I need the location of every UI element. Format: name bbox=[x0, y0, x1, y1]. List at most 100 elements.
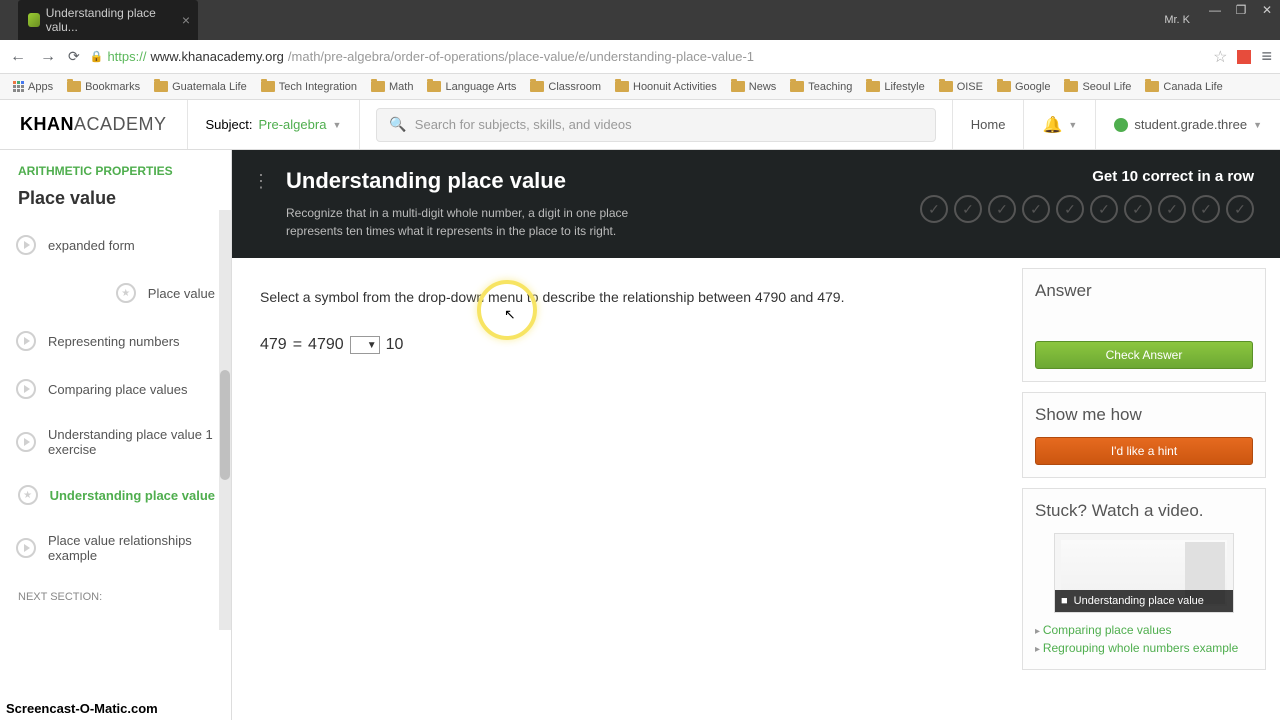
drag-handle-icon[interactable]: ⋮ bbox=[252, 168, 270, 240]
bookmark-folder[interactable]: Bookmarks bbox=[62, 79, 145, 95]
search-placeholder: Search for subjects, skills, and videos bbox=[415, 117, 632, 132]
extension-icon[interactable] bbox=[1237, 50, 1251, 64]
search-container: 🔍 Search for subjects, skills, and video… bbox=[376, 108, 935, 142]
video-overlay: ■Understanding place value bbox=[1055, 590, 1233, 612]
exercise-title: Understanding place value bbox=[286, 168, 904, 194]
search-input[interactable]: 🔍 Search for subjects, skills, and video… bbox=[376, 108, 935, 142]
play-icon bbox=[16, 432, 36, 452]
nav-notifications[interactable]: 🔔▼ bbox=[1023, 100, 1095, 149]
progress-dot: ✓ bbox=[920, 195, 948, 223]
video-panel: Stuck? Watch a video. ■Understanding pla… bbox=[1022, 488, 1266, 670]
minimize-icon[interactable]: — bbox=[1202, 0, 1228, 20]
nav-user[interactable]: student.grade.three▼ bbox=[1095, 100, 1280, 149]
bookmark-folder[interactable]: Teaching bbox=[785, 79, 857, 95]
bookmark-folder[interactable]: Google bbox=[992, 79, 1055, 95]
question-prompt: Select a symbol from the drop-down menu … bbox=[260, 286, 994, 308]
browser-tab-strip: Understanding place valu... × Mr. K — ❐ … bbox=[0, 0, 1280, 40]
favicon bbox=[28, 13, 40, 27]
bookmark-folder[interactable]: Hoonuit Activities bbox=[610, 79, 722, 95]
workspace: Select a symbol from the drop-down menu … bbox=[232, 258, 1280, 720]
eq-equals: = bbox=[293, 336, 302, 354]
window-buttons: — ❐ ✕ bbox=[1202, 0, 1280, 20]
search-icon: 🔍 bbox=[389, 116, 406, 133]
back-button[interactable]: ← bbox=[8, 48, 28, 66]
scrollbar-thumb[interactable] bbox=[220, 370, 230, 480]
progress-dot: ✓ bbox=[1022, 195, 1050, 223]
address-bar[interactable]: 🔒 https://www.khanacademy.org/math/pre-a… bbox=[90, 49, 1203, 64]
equation: 479 = 4790 ▼ 10 bbox=[260, 336, 994, 354]
bookmark-folder[interactable]: OISE bbox=[934, 79, 988, 95]
bookmark-star-icon[interactable]: ☆ bbox=[1213, 47, 1227, 67]
progress-dot: ✓ bbox=[988, 195, 1016, 223]
main-layout: ARITHMETIC PROPERTIES Place value expand… bbox=[0, 150, 1280, 720]
bookmark-folder[interactable]: Seoul Life bbox=[1059, 79, 1136, 95]
browser-tab[interactable]: Understanding place valu... × bbox=[18, 0, 198, 40]
bookmark-folder[interactable]: Lifestyle bbox=[861, 79, 929, 95]
progress-dot: ✓ bbox=[1158, 195, 1186, 223]
sidebar-item[interactable]: Understanding place value 1 exercise bbox=[0, 413, 231, 471]
progress-dot: ✓ bbox=[1056, 195, 1084, 223]
star-icon bbox=[116, 283, 136, 303]
cursor-icon: ↖ bbox=[504, 306, 516, 323]
progress-dot: ✓ bbox=[1192, 195, 1220, 223]
bookmark-apps[interactable]: Apps bbox=[8, 79, 58, 95]
maximize-icon[interactable]: ❐ bbox=[1228, 0, 1254, 20]
bookmark-folder[interactable]: Math bbox=[366, 79, 418, 95]
bookmark-folder[interactable]: Classroom bbox=[525, 79, 606, 95]
play-icon bbox=[16, 235, 36, 255]
video-thumbnail[interactable]: ■Understanding place value bbox=[1054, 533, 1234, 613]
bookmark-folder[interactable]: Language Arts bbox=[422, 79, 521, 95]
operator-dropdown[interactable]: ▼ bbox=[350, 336, 380, 354]
answer-panel-column: Answer Check Answer Show me how I'd like… bbox=[1022, 258, 1280, 720]
subject-label: Subject: bbox=[206, 117, 253, 132]
reload-button[interactable]: ⟳ bbox=[68, 48, 80, 65]
related-link[interactable]: Regrouping whole numbers example bbox=[1035, 639, 1253, 657]
camera-icon: ■ bbox=[1061, 595, 1068, 607]
answer-panel: Answer Check Answer bbox=[1022, 268, 1266, 382]
sidebar-category[interactable]: ARITHMETIC PROPERTIES bbox=[0, 150, 231, 184]
site-logo[interactable]: KHANACADEMY bbox=[0, 114, 187, 135]
caret-down-icon: ▼ bbox=[1068, 120, 1077, 130]
hint-title: Show me how bbox=[1035, 405, 1253, 425]
answer-title: Answer bbox=[1035, 281, 1253, 301]
sidebar-item[interactable]: Comparing place values bbox=[0, 365, 231, 413]
related-link[interactable]: Comparing place values bbox=[1035, 621, 1253, 639]
bookmark-folder[interactable]: News bbox=[726, 79, 782, 95]
lock-icon: 🔒 bbox=[90, 50, 104, 63]
browser-profile[interactable]: Mr. K bbox=[1156, 14, 1198, 26]
scrollbar[interactable] bbox=[219, 210, 231, 630]
folder-icon bbox=[67, 81, 81, 92]
hamburger-menu-icon[interactable]: ≡ bbox=[1261, 46, 1272, 67]
caret-down-icon: ▼ bbox=[1253, 120, 1262, 130]
check-answer-button[interactable]: Check Answer bbox=[1035, 341, 1253, 369]
forward-button[interactable]: → bbox=[38, 48, 58, 66]
bell-icon: 🔔 bbox=[1042, 115, 1062, 135]
sidebar-item[interactable]: Representing numbers bbox=[0, 317, 231, 365]
sidebar-section-title: Place value bbox=[0, 184, 231, 221]
browser-toolbar: ← → ⟳ 🔒 https://www.khanacademy.org/math… bbox=[0, 40, 1280, 74]
url-protocol: https:// bbox=[107, 49, 146, 64]
hint-button[interactable]: I'd like a hint bbox=[1035, 437, 1253, 465]
play-icon bbox=[16, 331, 36, 351]
related-links: Comparing place values Regrouping whole … bbox=[1035, 621, 1253, 657]
content-area: ⋮ Understanding place value Recognize th… bbox=[232, 150, 1280, 720]
video-panel-title: Stuck? Watch a video. bbox=[1035, 501, 1253, 521]
close-window-icon[interactable]: ✕ bbox=[1254, 0, 1280, 20]
bookmark-folder[interactable]: Tech Integration bbox=[256, 79, 362, 95]
bookmark-folder[interactable]: Canada Life bbox=[1140, 79, 1227, 95]
sidebar-item[interactable]: Place value relationships example bbox=[0, 519, 231, 577]
close-tab-icon[interactable]: × bbox=[182, 12, 190, 28]
bookmark-folder[interactable]: Guatemala Life bbox=[149, 79, 252, 95]
sidebar-item[interactable]: Place value bbox=[0, 269, 231, 317]
sidebar-item-active[interactable]: Understanding place value bbox=[0, 471, 231, 519]
bookmarks-bar: Apps Bookmarks Guatemala Life Tech Integ… bbox=[0, 74, 1280, 100]
hint-panel: Show me how I'd like a hint bbox=[1022, 392, 1266, 478]
subject-selector[interactable]: Subject: Pre-algebra ▼ bbox=[187, 100, 361, 149]
eq-mid: 4790 bbox=[308, 336, 344, 354]
sidebar-next-section: NEXT SECTION: bbox=[0, 577, 231, 607]
sidebar-item[interactable]: expanded form bbox=[0, 221, 231, 269]
progress-dot: ✓ bbox=[1124, 195, 1152, 223]
exercise-header: ⋮ Understanding place value Recognize th… bbox=[232, 150, 1280, 258]
nav-home[interactable]: Home bbox=[952, 100, 1024, 149]
progress-dot: ✓ bbox=[1090, 195, 1118, 223]
